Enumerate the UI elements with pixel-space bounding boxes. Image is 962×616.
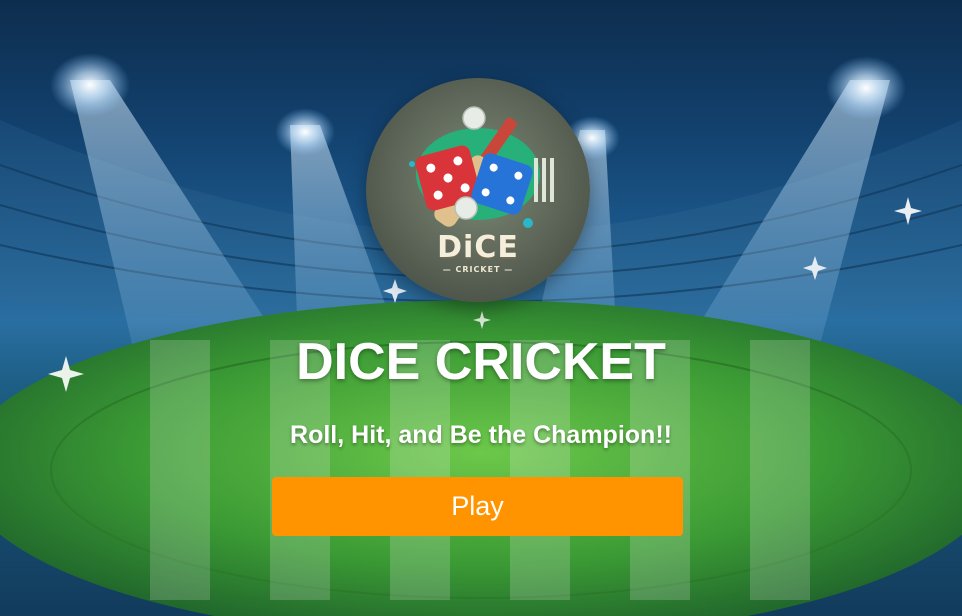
ball-icon bbox=[454, 196, 478, 220]
floodlight bbox=[826, 56, 906, 120]
play-button[interactable]: Play bbox=[272, 477, 683, 536]
floodlight bbox=[275, 108, 335, 156]
dice-cricket-logo: DiCE — CRICKET — bbox=[366, 78, 590, 302]
game-tagline: Roll, Hit, and Be the Champion!! bbox=[290, 421, 672, 449]
stumps-icon bbox=[534, 158, 554, 202]
logo-wordmark: DiCE bbox=[437, 230, 519, 265]
logo-subtext: — CRICKET — bbox=[442, 265, 514, 274]
game-title: DICE CRICKET bbox=[296, 333, 666, 391]
floodlight bbox=[50, 53, 130, 117]
splash-screen: DiCE — CRICKET — DICE CRICKET Roll, Hit,… bbox=[0, 0, 962, 616]
ball-icon bbox=[462, 106, 486, 130]
